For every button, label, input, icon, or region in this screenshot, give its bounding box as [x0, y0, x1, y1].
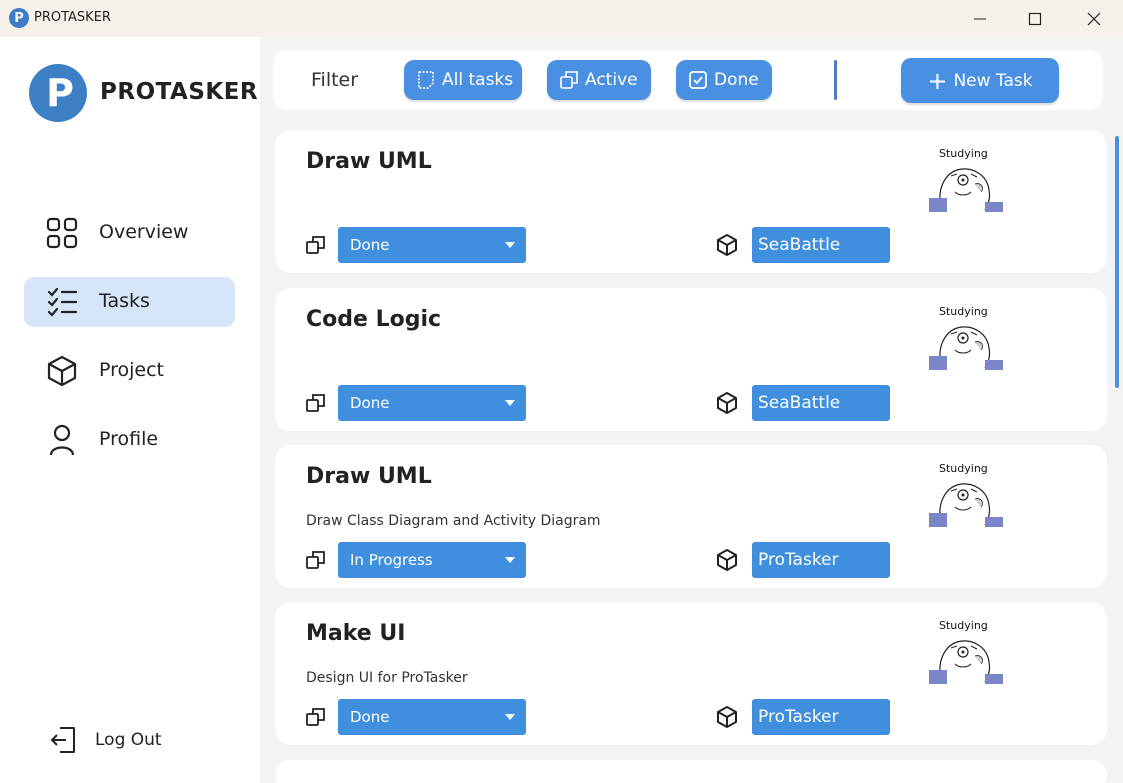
- sticker-text: Studying: [939, 619, 988, 632]
- minimize-button[interactable]: [951, 0, 1009, 37]
- studying-sticker: Studying: [929, 619, 1003, 684]
- task-title: Code Logic: [306, 307, 442, 332]
- studying-sticker: Studying: [929, 147, 1003, 212]
- status-dropdown[interactable]: In Progress: [338, 542, 526, 578]
- cube-icon: [717, 234, 737, 256]
- copy-icon: [560, 71, 578, 89]
- checklist-icon: [47, 287, 78, 317]
- scrollbar[interactable]: [1113, 130, 1121, 783]
- task-card[interactable]: Draw UML Done SeaBattle Studying: [275, 130, 1107, 273]
- project-value: ProTasker: [758, 550, 839, 570]
- logout-icon: [50, 727, 75, 753]
- user-icon: [49, 424, 75, 456]
- project-field[interactable]: ProTasker: [752, 542, 890, 578]
- filter-active-button[interactable]: Active: [547, 60, 651, 100]
- maximize-icon: [1028, 12, 1042, 25]
- filter-active-label: Active: [585, 70, 638, 90]
- logo-letter: P: [46, 71, 74, 115]
- filter-bar: Filter All tasks Active Done + New Task: [273, 50, 1103, 110]
- task-card[interactable]: Code Logic Done SeaBattle Studying: [275, 288, 1107, 431]
- cube-icon: [717, 549, 737, 571]
- logout-button[interactable]: Log Out: [50, 725, 200, 757]
- close-icon: [1087, 12, 1101, 25]
- task-title: Make UI: [306, 621, 406, 646]
- sidebar: P PROTASKER Overview Tasks Project Profi…: [0, 37, 260, 783]
- chevron-down-icon: [505, 714, 515, 720]
- filter-all-tasks-label: All tasks: [442, 70, 514, 90]
- minimize-icon: [974, 18, 986, 19]
- scrollbar-thumb[interactable]: [1115, 136, 1119, 388]
- sidebar-item-label: Overview: [99, 221, 189, 243]
- chevron-down-icon: [505, 557, 515, 563]
- filter-done-label: Done: [714, 70, 759, 90]
- sidebar-item-tasks[interactable]: Tasks: [24, 277, 235, 327]
- status-value: Done: [350, 394, 390, 412]
- status-dropdown[interactable]: Done: [338, 385, 526, 421]
- logout-label: Log Out: [95, 730, 162, 750]
- copy-icon: [306, 708, 325, 726]
- filter-label: Filter: [311, 69, 359, 91]
- sidebar-item-profile[interactable]: Profile: [24, 415, 235, 465]
- project-value: ProTasker: [758, 707, 839, 727]
- sticker-text: Studying: [939, 462, 988, 475]
- status-value: Done: [350, 708, 390, 726]
- filter-done-button[interactable]: Done: [676, 60, 772, 100]
- sidebar-item-label: Profile: [99, 428, 159, 450]
- status-dropdown[interactable]: Done: [338, 227, 526, 263]
- project-value: SeaBattle: [758, 393, 841, 413]
- status-value: Done: [350, 236, 390, 254]
- chevron-down-icon: [505, 400, 515, 406]
- task-card[interactable]: [275, 760, 1107, 783]
- task-title: Draw UML: [306, 149, 432, 174]
- sidebar-item-overview[interactable]: Overview: [24, 208, 235, 258]
- project-value: SeaBattle: [758, 235, 841, 255]
- new-task-label: New Task: [953, 70, 1033, 91]
- project-field[interactable]: ProTasker: [752, 699, 890, 735]
- cube-icon: [47, 355, 77, 387]
- studying-sticker: Studying: [929, 462, 1003, 527]
- sidebar-item-label: Project: [99, 359, 165, 381]
- close-button[interactable]: [1065, 0, 1123, 37]
- sticker-text: Studying: [939, 305, 988, 318]
- filter-divider: [834, 60, 837, 100]
- app-icon: P: [9, 8, 29, 28]
- task-list[interactable]: Draw UML Done SeaBattle Studying Code Lo…: [275, 130, 1107, 783]
- task-title: Draw UML: [306, 464, 432, 489]
- cube-icon: [717, 706, 737, 728]
- window-title: PROTASKER: [34, 10, 111, 25]
- copy-icon: [306, 551, 325, 569]
- task-description: Design UI for ProTasker: [306, 670, 468, 686]
- status-value: In Progress: [350, 551, 433, 569]
- chevron-down-icon: [505, 242, 515, 248]
- note-icon: [418, 71, 434, 89]
- sticker-text: Studying: [939, 147, 988, 160]
- copy-icon: [306, 236, 325, 254]
- task-card[interactable]: Draw UML Draw Class Diagram and Activity…: [275, 445, 1107, 588]
- sidebar-item-project[interactable]: Project: [24, 346, 235, 396]
- project-field[interactable]: SeaBattle: [752, 227, 890, 263]
- logo: P: [29, 64, 87, 122]
- checkbox-icon: [689, 71, 707, 89]
- maximize-button[interactable]: [1006, 0, 1064, 37]
- title-bar: P PROTASKER: [0, 0, 1123, 37]
- studying-sticker: Studying: [929, 305, 1003, 370]
- grid-icon: [46, 217, 78, 249]
- sidebar-item-label: Tasks: [99, 290, 150, 312]
- brand-name: PROTASKER: [100, 79, 259, 105]
- filter-all-tasks-button[interactable]: All tasks: [404, 60, 522, 100]
- project-field[interactable]: SeaBattle: [752, 385, 890, 421]
- new-task-button[interactable]: + New Task: [901, 58, 1059, 103]
- task-card[interactable]: Make UI Design UI for ProTasker Done Pro…: [275, 602, 1107, 745]
- cube-icon: [717, 392, 737, 414]
- copy-icon: [306, 394, 325, 412]
- task-description: Draw Class Diagram and Activity Diagram: [306, 513, 601, 529]
- status-dropdown[interactable]: Done: [338, 699, 526, 735]
- plus-icon: +: [927, 66, 948, 95]
